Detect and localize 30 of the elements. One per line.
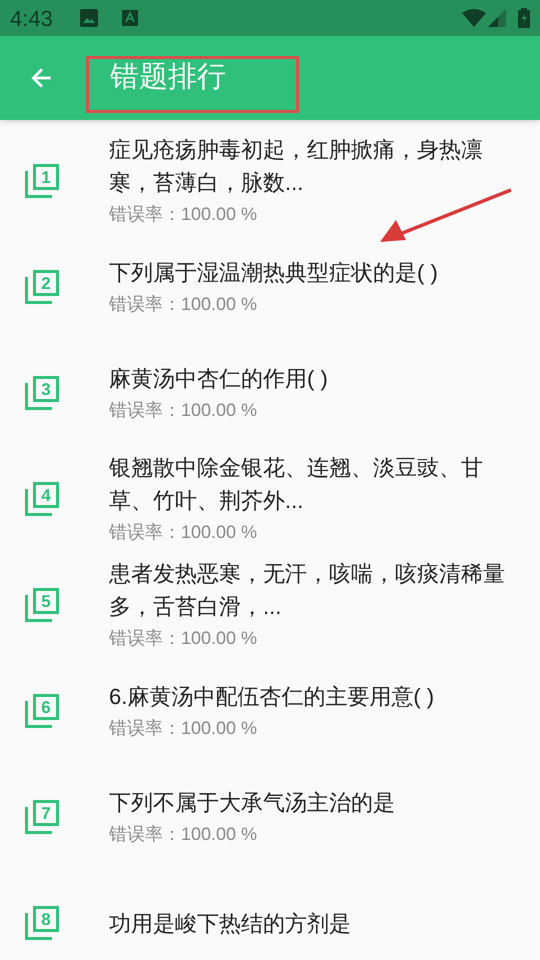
question-title: 患者发热恶寒，无汗，咳喘，咳痰清稀量多，舌苔白滑，... bbox=[109, 560, 506, 621]
image-icon bbox=[80, 9, 98, 27]
question-title: 症见疮疡肿毒初起，红肿掀痛，身热凛寒，苔薄白，脉数... bbox=[109, 136, 484, 197]
error-rate: 错误率：100.00 % bbox=[109, 716, 258, 740]
question-title: 功用是峻下热结的方剂是 bbox=[109, 910, 352, 938]
question-title: 下列属于湿温潮热典型症状的是( ) bbox=[109, 258, 439, 286]
error-rate: 错误率：100.00 % bbox=[109, 627, 258, 650]
error-rate: 错误率：100.00 % bbox=[109, 203, 258, 226]
question-title: 6.麻黄汤中配伍杏仁的主要用意( ) bbox=[109, 682, 436, 710]
wifi-icon bbox=[462, 9, 486, 27]
error-rate: 错误率：100.00 % bbox=[109, 521, 258, 544]
question-item[interactable]: 5 患者发热恶寒，无汗，咳喘，咳痰清稀量多，舌苔白滑，... 错误率：100.00 % bbox=[0, 552, 540, 658]
text-icon bbox=[122, 10, 138, 26]
question-item[interactable]: 6 6.麻黄汤中配伍杏仁的主要用意( ) 错误率：100.00 % bbox=[0, 658, 540, 764]
question-item[interactable]: 8 功用是峻下热结的方剂是 bbox=[0, 870, 540, 960]
question-item[interactable]: 4 银翘散中除金银花、连翘、淡豆豉、甘草、竹叶、荆芥外... 错误率：100.00 % bbox=[0, 446, 540, 552]
question-title: 麻黄汤中杏仁的作用( ) bbox=[109, 364, 329, 392]
error-rate: 错误率：100.00 % bbox=[109, 292, 258, 316]
question-item[interactable]: 2 下列属于湿温潮热典型症状的是( ) 错误率：100.00 % bbox=[0, 234, 540, 340]
question-item[interactable]: 1 症见疮疡肿毒初起，红肿掀痛，身热凛寒，苔薄白，脉数... 错误率：100.00 % bbox=[0, 128, 540, 234]
question-item[interactable]: 7 下列不属于大承气汤主治的是 错误率：100.00 % bbox=[0, 764, 540, 870]
signal-icon bbox=[488, 9, 508, 27]
error-rate: 错误率：100.00 % bbox=[109, 822, 258, 846]
question-item[interactable]: 3 麻黄汤中杏仁的作用( ) 错误率：100.00 % bbox=[0, 340, 540, 446]
question-title: 下列不属于大承气汤主治的是 bbox=[109, 788, 396, 816]
page-title: 错题排行 bbox=[110, 60, 226, 96]
error-rate: 错误率：100.00 % bbox=[109, 398, 258, 422]
status-time: 4:43 bbox=[10, 4, 54, 32]
question-title: 银翘散中除金银花、连翘、淡豆豉、甘草、竹叶、荆芥外... bbox=[109, 454, 484, 515]
battery-icon bbox=[518, 8, 530, 28]
